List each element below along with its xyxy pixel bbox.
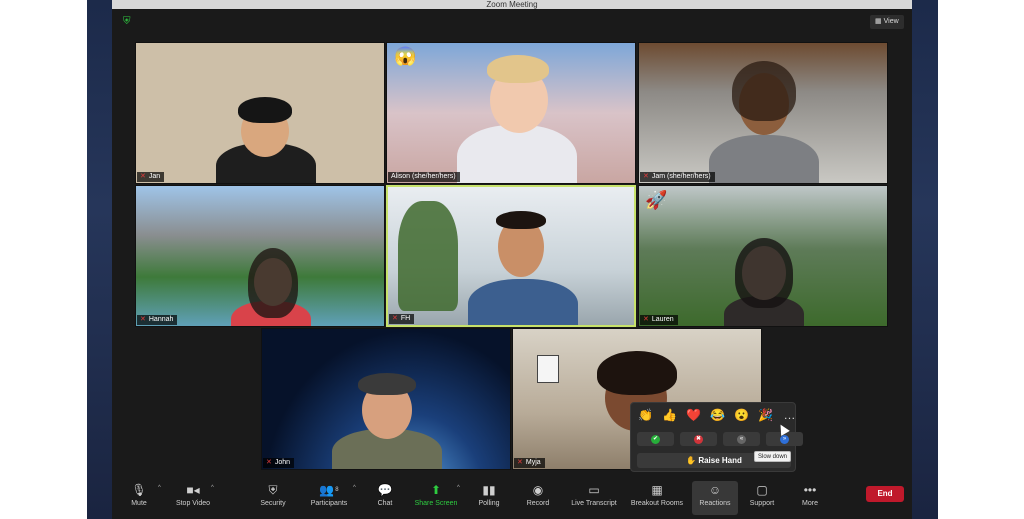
laugh-emoji-button[interactable]: 😂 xyxy=(709,408,726,422)
participant-hair xyxy=(735,238,793,308)
raise-hand-label: Raise Hand xyxy=(698,456,742,465)
polling-button[interactable]: ▮▮ Polling xyxy=(475,481,503,515)
participant-hair xyxy=(732,61,796,121)
video-tile-fh[interactable]: ✕ FH xyxy=(386,185,636,327)
video-tile-alison[interactable]: 😱 Alison (she/her/hers) xyxy=(386,42,636,184)
live-transcript-button[interactable]: ▭ Live Transcript xyxy=(568,481,620,515)
bar-chart-icon: ▮▮ xyxy=(482,483,496,497)
party-emoji-button[interactable]: 🎉 xyxy=(757,408,774,422)
video-options-caret[interactable]: ^ xyxy=(207,481,215,515)
caret-up-icon: ^ xyxy=(158,485,161,491)
view-button[interactable]: ▦ View xyxy=(870,15,904,29)
muted-mic-icon: ✕ xyxy=(643,316,649,323)
caret-up-icon: ^ xyxy=(353,485,356,491)
ellipsis-icon: ••• xyxy=(803,483,817,497)
muted-mic-icon: ✕ xyxy=(643,173,649,180)
participant-hair xyxy=(238,97,292,123)
wall-art xyxy=(537,355,559,383)
participant-hair xyxy=(597,351,677,395)
more-emoji-button[interactable]: … xyxy=(781,408,798,422)
shield-icon: ⛨ xyxy=(268,483,278,497)
muted-mic-icon: ✕ xyxy=(140,173,146,180)
name-label: ✕ Lauren xyxy=(640,315,678,325)
video-tile-jan[interactable]: ✕ Jan xyxy=(135,42,385,184)
name-label: ✕ Jam (she/her/hers) xyxy=(640,172,715,182)
breakout-rooms-button[interactable]: ▦ Breakout Rooms xyxy=(628,481,686,515)
participants-icon: 👥8 xyxy=(319,483,339,497)
video-tile-lauren[interactable]: 🚀 ✕ Lauren xyxy=(638,185,888,327)
audio-options-caret[interactable]: ^ xyxy=(154,481,162,515)
thumbs-up-emoji-button[interactable]: 👍 xyxy=(661,408,678,422)
name-label: ✕ John xyxy=(263,458,295,468)
nonverbal-feedback-row: ✔ ✖ « » xyxy=(637,432,803,446)
smiley-plus-icon: ☺ xyxy=(708,483,722,497)
muted-mic-icon: ✕ xyxy=(140,316,146,323)
record-button[interactable]: ◉ Record xyxy=(524,481,552,515)
security-button[interactable]: ⛨ Security xyxy=(258,481,288,515)
participant-hair xyxy=(487,55,549,83)
name-label: Alison (she/her/hers) xyxy=(388,172,460,182)
raised-hand-icon: ✋ xyxy=(686,456,697,465)
closed-caption-icon: ▭ xyxy=(588,483,600,497)
chat-bubble-icon: 💬 xyxy=(377,483,393,497)
mute-button[interactable]: 🎙 Mute xyxy=(126,481,152,515)
caret-up-icon: ^ xyxy=(457,485,460,491)
name-label: ✕ Jan xyxy=(137,172,165,182)
chat-button[interactable]: 💬 Chat xyxy=(372,481,398,515)
participant-hair xyxy=(248,248,298,318)
participant-body xyxy=(457,125,577,183)
support-button[interactable]: ▢ Support xyxy=(746,481,778,515)
security-shield-icon[interactable]: ⛨ xyxy=(123,16,133,27)
video-tile-john[interactable]: ✕ John xyxy=(261,328,511,470)
heart-emoji-button[interactable]: ❤️ xyxy=(685,408,702,422)
view-button-label: View xyxy=(883,18,899,25)
participant-body xyxy=(709,135,819,183)
clap-emoji-button[interactable]: 👏 xyxy=(637,408,654,422)
participant-body xyxy=(468,279,578,325)
reactions-button[interactable]: ☺ Reactions xyxy=(692,481,738,515)
participants-options-caret[interactable]: ^ xyxy=(349,481,357,515)
muted-mic-icon: ✕ xyxy=(392,315,398,322)
window-title: Zoom Meeting xyxy=(112,0,912,9)
video-tile-hannah[interactable]: ✕ Hannah xyxy=(135,185,385,327)
participant-hair xyxy=(496,211,546,229)
slow-down-tooltip: Slow down xyxy=(754,451,792,462)
meeting-toolbar: 🎙 Mute ^ ■◂ Stop Video ^ ⛨ Security 👥8 P… xyxy=(112,476,912,519)
name-label: ✕ Myja xyxy=(514,458,545,468)
slow-down-feedback-button[interactable]: « xyxy=(723,432,760,446)
participant-cap xyxy=(358,373,416,395)
muted-mic-icon: ✕ xyxy=(517,459,523,466)
no-feedback-button[interactable]: ✖ xyxy=(680,432,717,446)
muted-mic-icon: ✕ xyxy=(266,459,272,466)
microphone-icon: 🎙 xyxy=(131,483,147,497)
name-label: ✕ FH xyxy=(389,314,415,324)
support-icon: ▢ xyxy=(756,483,768,497)
breakout-grid-icon: ▦ xyxy=(651,483,663,497)
end-meeting-button[interactable]: End xyxy=(866,486,904,502)
surprised-emoji-button[interactable]: 😮 xyxy=(733,408,750,422)
emoji-reaction-row: 👏 👍 ❤️ 😂 😮 🎉 … xyxy=(637,408,798,422)
reaction-emoji: 🚀 xyxy=(645,190,668,210)
reaction-emoji: 😱 xyxy=(394,46,417,66)
record-icon: ◉ xyxy=(532,483,544,497)
more-button[interactable]: ••• More xyxy=(797,481,823,515)
check-icon: ✔ xyxy=(651,434,660,444)
rewind-icon: « xyxy=(737,434,746,444)
fast-forward-icon: » xyxy=(780,434,789,444)
share-options-caret[interactable]: ^ xyxy=(453,481,461,515)
participants-button[interactable]: 👥8 Participants xyxy=(306,481,352,515)
participants-count: 8 xyxy=(335,487,339,493)
yes-feedback-button[interactable]: ✔ xyxy=(637,432,674,446)
caret-up-icon: ^ xyxy=(211,485,214,491)
zoom-meeting-window: Zoom Meeting ⛨ ▦ View ✕ Jan 😱 Alison (she/… xyxy=(112,0,912,519)
speed-up-feedback-button[interactable]: » xyxy=(766,432,803,446)
name-label: ✕ Hannah xyxy=(137,315,178,325)
x-icon: ✖ xyxy=(694,434,703,444)
video-tile-jam[interactable]: ✕ Jam (she/her/hers) xyxy=(638,42,888,184)
plant-decoration xyxy=(398,201,458,311)
grid-icon: ▦ xyxy=(875,18,882,25)
